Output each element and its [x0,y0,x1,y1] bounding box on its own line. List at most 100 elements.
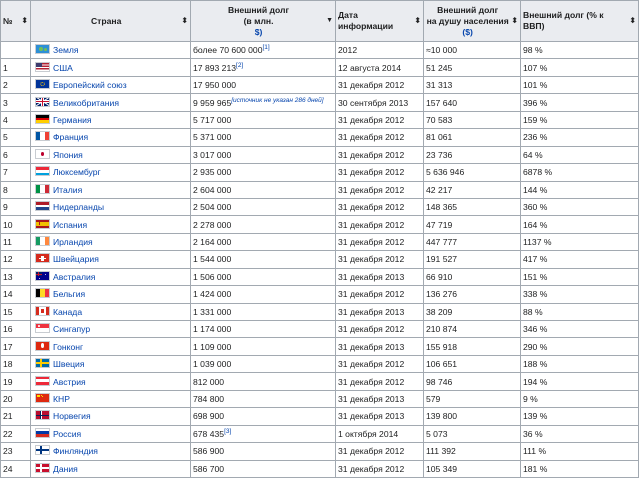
cell-debt: 9 959 965[источник не указан 286 дней] [190,93,336,112]
reference-link[interactable]: [2] [236,62,243,69]
country-link[interactable]: Европейский союз [53,80,127,90]
cell-per-capita: 111 392 [423,442,521,461]
header-per-capita[interactable]: Внешний долг на душу населения ($) ⬍ [423,0,521,42]
country-link[interactable]: Швейцария [53,254,99,264]
sort-icon[interactable]: ⬍ [181,17,188,25]
debt-value: 1 109 000 [193,341,232,352]
sort-icon[interactable]: ⬍ [629,17,636,25]
country-link[interactable]: Россия [53,429,81,439]
country-link[interactable]: Япония [53,150,83,160]
cell-gdp-percent: 6878 % [520,163,639,182]
cell-per-capita: 106 651 [423,354,521,374]
reference-link-text[interactable]: [1] [262,44,269,52]
cell-debt: 586 700 [190,459,336,478]
country-link[interactable]: Земля [53,45,79,55]
sort-desc-icon[interactable]: ▼ [326,17,333,25]
cell-date: 31 декабря 2012 [335,442,424,461]
usd-link[interactable]: ($) [462,27,473,37]
cell-num: 6 [0,145,31,165]
cell-per-capita: 70 583 [423,110,521,130]
cell-date: 31 декабря 2012 [335,215,424,234]
cell-gdp-percent: 194 % [520,372,639,391]
header-gdp-label: Внешний долг (% к ВВП) [523,10,604,31]
flag-fr-icon [35,131,50,142]
flag-es-icon [35,218,50,229]
cell-gdp-percent: 64 % [520,145,639,165]
cell-debt: 1 039 000 [190,354,336,374]
header-per-line1: Внешний долг [437,4,499,15]
cell-date: 31 декабря 2012 [335,163,424,182]
country-link[interactable]: Финляндия [53,446,98,456]
cell-per-capita: 5 636 946 [423,163,521,182]
cell-num: 14 [0,285,31,304]
header-num-label: № [3,15,13,26]
cell-country: Норвегия [30,407,191,426]
reference-link[interactable]: [3] [224,428,231,435]
reference-link[interactable]: [1] [262,44,269,52]
cell-date: 31 декабря 2012 [335,128,424,147]
table-row: 3 Великобритания 9 959 965[источник не ука… [0,93,639,112]
debt-value: 5 371 000 [193,132,232,143]
table-body: Земля более 70 600 000[1] 2012 ≈10 000 98 % 1… [0,40,639,478]
header-country[interactable]: Страна ⬍ [30,0,191,42]
cell-date: 31 декабря 2012 [335,75,424,95]
flag-no-icon [35,410,50,421]
header-debt[interactable]: Внешний долг (в млн. $) ▼ [190,0,336,42]
country-link[interactable]: Норвегия [53,411,91,421]
country-link[interactable]: Австралия [53,272,95,282]
country-link[interactable]: Ирландия [53,237,93,247]
sort-icon[interactable]: ⬍ [414,17,421,25]
reference-link-text[interactable]: [3] [224,428,231,435]
country-link[interactable]: Гонконг [53,342,83,352]
header-date[interactable]: Дата информации ⬍ [335,0,424,42]
cell-per-capita: 42 217 [423,180,521,199]
cell-country: КНР [30,389,191,409]
cell-gdp-percent: 159 % [520,110,639,130]
citation-needed-text[interactable]: [источник не указан 286 дней] [231,97,323,104]
country-link[interactable]: КНР [53,394,70,404]
cell-country: Дания [30,459,191,478]
cell-per-capita: 136 276 [423,285,521,304]
flag-ru-icon [35,427,50,438]
country-link[interactable]: Нидерланды [53,202,104,212]
table-row: 20 КНР 784 800 31 декабря 2013 579 9 % [0,389,639,409]
sort-icon[interactable]: ⬍ [21,17,28,25]
country-link[interactable]: Бельгия [53,289,85,299]
cell-debt: 1 109 000 [190,337,336,356]
country-link[interactable]: Австрия [53,377,86,387]
cell-country: Австралия [30,267,191,287]
cell-gdp-percent: 346 % [520,319,639,339]
cell-date: 31 декабря 2013 [335,302,424,322]
citation-needed-note[interactable]: [источник не указан 286 дней] [231,97,323,104]
header-num[interactable]: № ⬍ [0,0,31,42]
country-link[interactable]: Германия [53,115,92,125]
country-link[interactable]: Швеция [53,359,85,369]
debt-value: 3 017 000 [193,149,232,160]
header-country-label: Страна [90,15,122,26]
reference-link-text[interactable]: [2] [236,62,243,69]
debt-value: 2 164 000 [193,237,232,248]
country-link[interactable]: Великобритания [53,98,119,108]
country-link[interactable]: Дания [53,464,78,474]
country-link[interactable]: Сингапур [53,324,90,334]
flag-earth-icon [35,44,50,55]
header-gdp[interactable]: Внешний долг (% к ВВП) ⬍ [520,0,639,42]
flag-fi-icon [35,445,50,456]
country-link[interactable]: США [53,63,73,73]
table-row: 17 Гонконг 1 109 000 31 декабря 2013 155 918… [0,337,639,356]
country-link[interactable]: Италия [53,185,82,195]
table-row: 5 Франция 5 371 000 31 декабря 2012 81 061 23… [0,128,639,147]
cell-num: 23 [0,442,31,461]
debt-value: 1 424 000 [193,289,232,300]
sort-icon[interactable]: ⬍ [511,17,518,25]
country-link[interactable]: Франция [53,132,88,142]
country-link[interactable]: Канада [53,307,82,317]
flag-be-icon [35,288,50,299]
debt-value: 1 331 000 [193,306,232,317]
usd-link[interactable]: $) [255,27,263,37]
flag-jp-icon [35,148,50,159]
cell-country: Канада [30,302,191,322]
country-link[interactable]: Испания [53,220,87,230]
country-link[interactable]: Люксембург [53,167,101,177]
cell-num: 21 [0,407,31,426]
